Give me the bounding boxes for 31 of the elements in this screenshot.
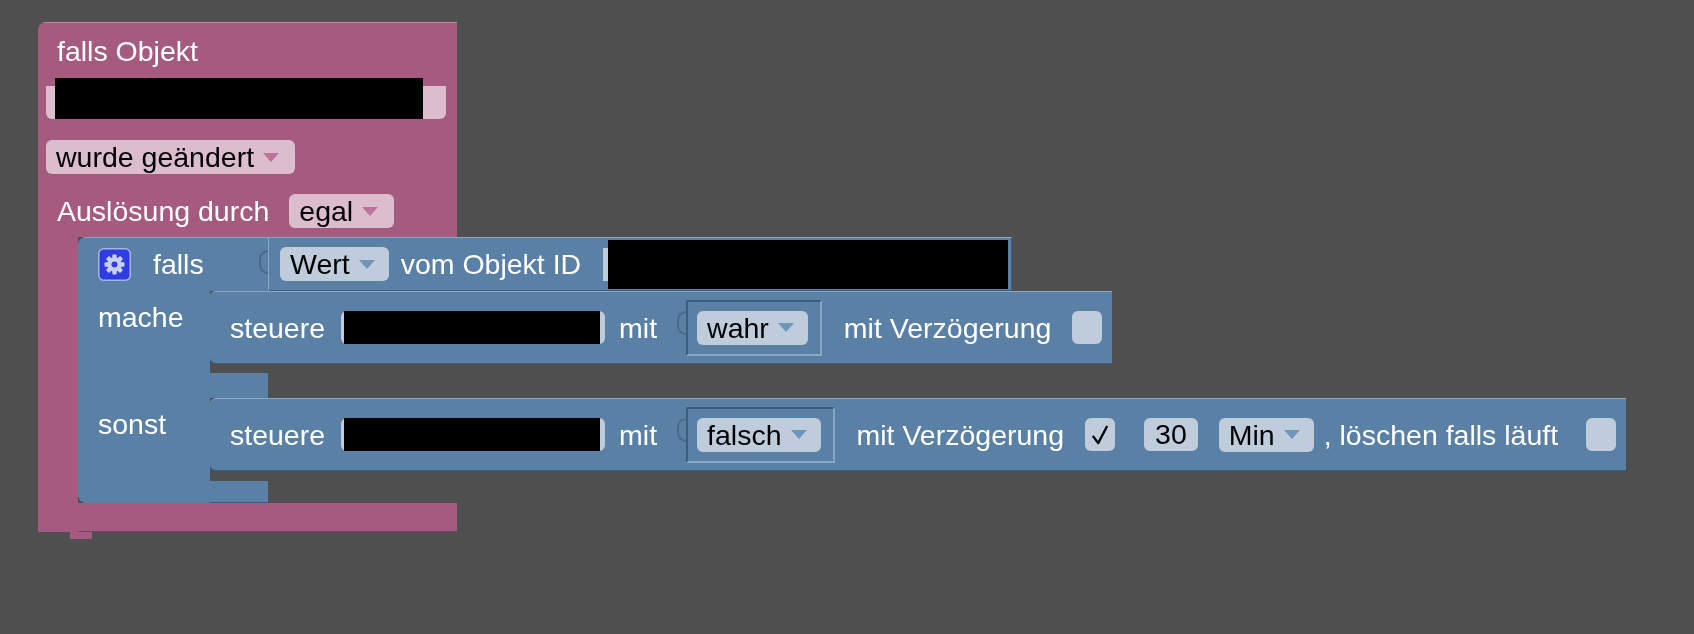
block-label: mit Verzögerung: [843, 311, 1052, 344]
block-label: Auslösung durch: [57, 195, 270, 227]
event-dropdown[interactable]: wurde geändert: [46, 140, 296, 174]
block-label: vom Objekt ID: [400, 248, 582, 280]
block-label: mache: [98, 301, 184, 333]
delay-time-field[interactable]: 30: [1144, 418, 1198, 451]
caret-icon: [790, 430, 807, 439]
caret-icon: [777, 323, 794, 332]
block-label: mit: [619, 418, 658, 451]
caret-icon: [362, 206, 379, 216]
block-label: falls Objekt: [57, 35, 198, 67]
value-dropdown[interactable]: Wert: [280, 247, 389, 281]
block-label: , löschen falls läuft: [1323, 418, 1559, 451]
delay-checkbox[interactable]: [1072, 311, 1103, 344]
unit-dropdown[interactable]: Min: [1218, 417, 1314, 452]
block-label: falls: [153, 248, 204, 280]
caret-icon: [358, 259, 375, 269]
block-label: mit: [619, 311, 658, 344]
block-label: steuere: [230, 418, 326, 451]
value-dropdown[interactable]: falsch: [697, 417, 821, 452]
value-dropdown[interactable]: wahr: [697, 310, 808, 345]
gear-icon[interactable]: [98, 247, 131, 281]
delay-checkbox[interactable]: [1085, 418, 1116, 451]
block-label: mit Verzögerung: [856, 418, 1065, 451]
caret-icon: [1283, 430, 1300, 439]
block-label: sonst: [98, 408, 167, 440]
clear-checkbox[interactable]: [1586, 418, 1617, 451]
caret-icon: [263, 152, 280, 162]
tick-icon: [1091, 423, 1110, 446]
block-label: steuere: [230, 311, 326, 344]
trigger-dropdown[interactable]: egal: [289, 194, 395, 228]
